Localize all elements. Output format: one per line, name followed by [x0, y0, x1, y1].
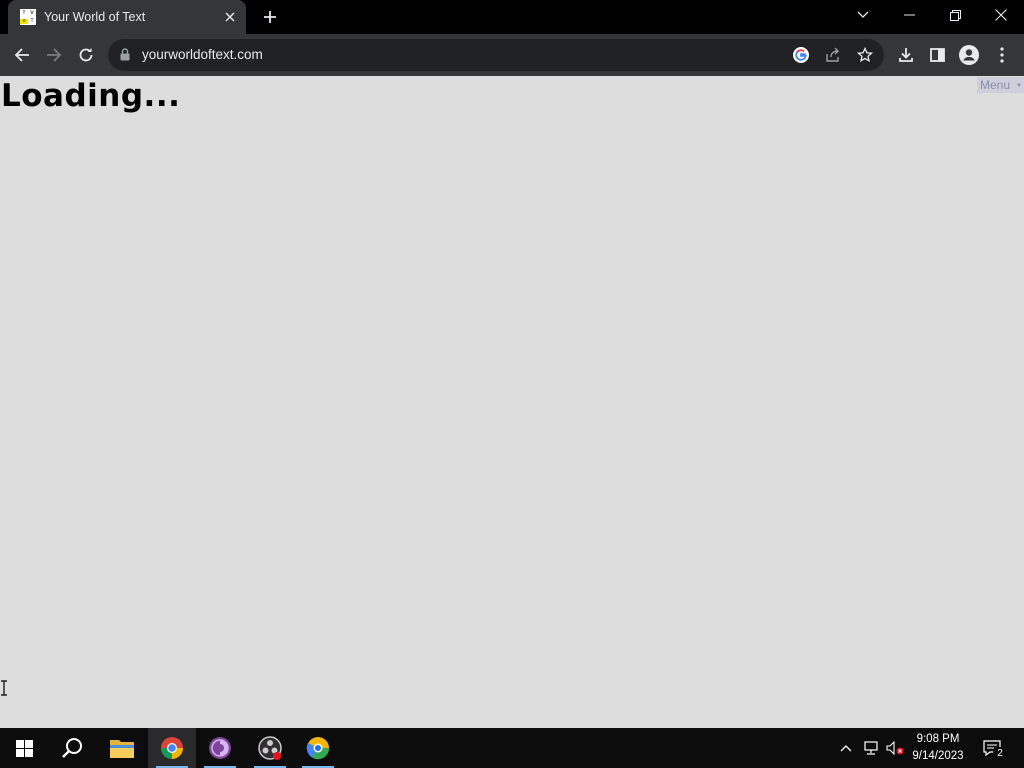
- obs-icon[interactable]: [246, 728, 294, 768]
- favicon-letter: W: [30, 9, 34, 16]
- new-tab-plus-icon[interactable]: [258, 5, 282, 29]
- restore-window-icon[interactable]: [932, 0, 978, 30]
- close-window-icon[interactable]: [978, 0, 1024, 30]
- download-icon[interactable]: [892, 41, 920, 69]
- side-panel-icon[interactable]: [923, 41, 951, 69]
- chrome-icon[interactable]: [148, 728, 196, 768]
- menu-label: Menu: [980, 78, 1011, 92]
- search-icon[interactable]: [48, 728, 96, 768]
- network-icon[interactable]: [860, 728, 882, 768]
- clock-time: 9:08 PM: [916, 733, 960, 745]
- other-browser-icon[interactable]: [294, 728, 342, 768]
- lock-icon[interactable]: [120, 48, 130, 61]
- start-icon[interactable]: [0, 728, 48, 768]
- clock-date: 9/14/2023: [912, 750, 964, 762]
- tab-title: Your World of Text: [44, 10, 146, 24]
- arrow-left-icon[interactable]: [8, 41, 36, 69]
- browser-toolbar: yourworldoftext.com: [0, 34, 1024, 76]
- google-icon[interactable]: [790, 44, 812, 66]
- file-explorer-icon[interactable]: [98, 728, 146, 768]
- text-cursor-icon: [0, 680, 8, 696]
- favicon-letter: T: [30, 17, 34, 24]
- tab-strip: Y W o T Your World of Text: [0, 0, 1024, 34]
- system-clock[interactable]: 9:08 PM 9/14/2023: [904, 731, 972, 765]
- kebab-menu-icon[interactable]: [988, 41, 1016, 69]
- tor-browser-icon[interactable]: [196, 728, 244, 768]
- star-icon[interactable]: [854, 44, 876, 66]
- windows-taskbar: 9:08 PM 9/14/2023 2: [0, 728, 1024, 768]
- favicon-letter: Y: [22, 9, 26, 16]
- close-tab-icon[interactable]: [222, 9, 238, 25]
- share-icon[interactable]: [822, 44, 844, 66]
- url-text[interactable]: yourworldoftext.com: [142, 47, 263, 62]
- site-favicon-icon: Y W o T: [20, 9, 36, 25]
- show-hidden-icons-chevron-icon[interactable]: [836, 728, 856, 768]
- reload-icon[interactable]: [72, 41, 100, 69]
- browser-tab[interactable]: Y W o T Your World of Text: [8, 0, 246, 34]
- arrow-right-icon[interactable]: [40, 41, 68, 69]
- minimize-window-icon[interactable]: [886, 0, 932, 30]
- page-viewport[interactable]: Loading... Menu ▼: [0, 76, 1024, 728]
- notification-count-badge: 2: [993, 747, 1007, 761]
- loading-heading: Loading...: [1, 78, 181, 114]
- address-bar[interactable]: yourworldoftext.com: [108, 39, 884, 71]
- tab-search-chevron-icon[interactable]: [840, 0, 886, 30]
- volume-muted-icon[interactable]: [884, 728, 906, 768]
- favicon-letter: o: [20, 18, 28, 24]
- profile-icon[interactable]: [955, 41, 983, 69]
- menu-caret-icon: ▼: [1016, 83, 1022, 89]
- menu-button[interactable]: Menu ▼: [977, 77, 1024, 93]
